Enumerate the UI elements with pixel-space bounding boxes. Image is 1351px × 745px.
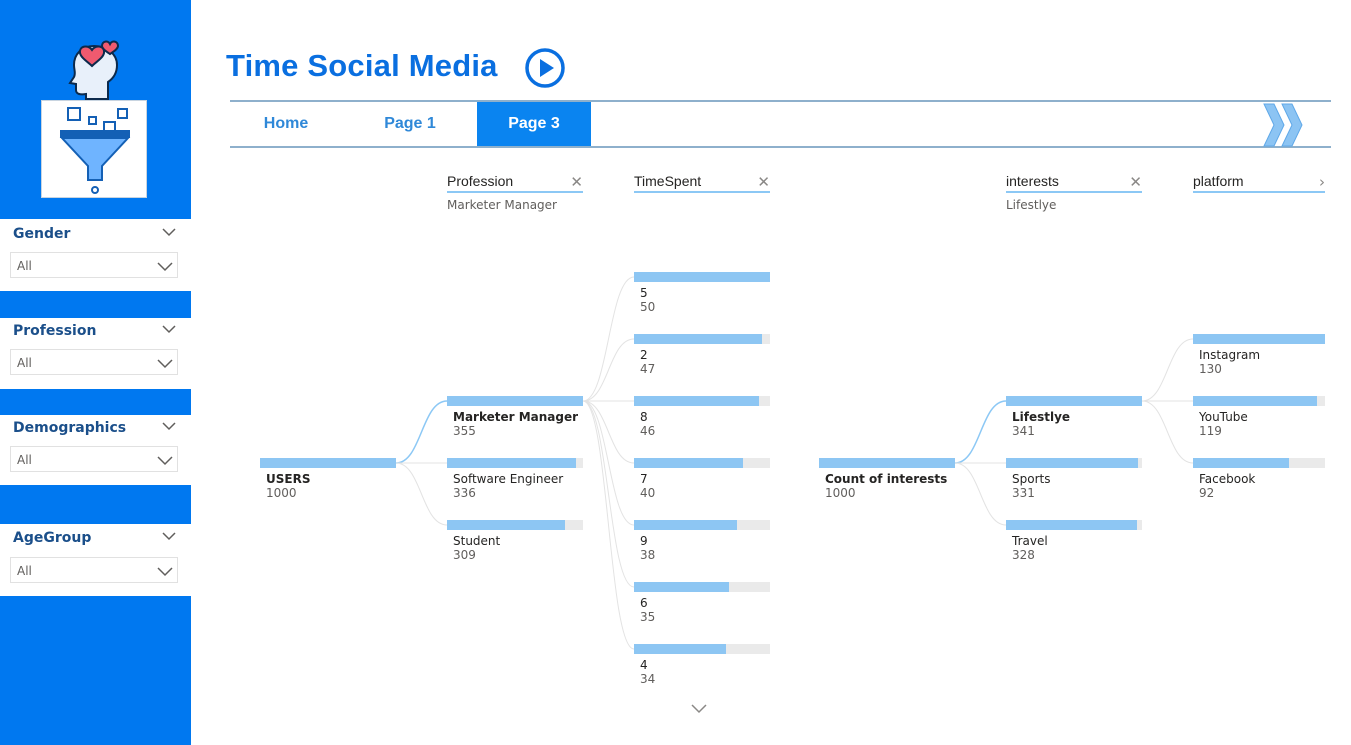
bar-fill bbox=[1193, 458, 1289, 468]
bar-fill bbox=[634, 458, 743, 468]
bar-fill bbox=[1006, 396, 1142, 406]
bar-fill bbox=[447, 458, 576, 468]
node-value: 92 bbox=[1199, 486, 1215, 500]
node-value: 38 bbox=[640, 548, 656, 562]
bar-fill bbox=[819, 458, 955, 468]
node-value: 47 bbox=[640, 362, 656, 376]
bar-fill bbox=[260, 458, 396, 468]
tree-link bbox=[582, 400, 635, 650]
tree-link bbox=[954, 462, 1007, 526]
tree-link bbox=[395, 400, 448, 464]
node-value: 119 bbox=[1199, 424, 1222, 438]
tree-link bbox=[582, 400, 635, 588]
node-label: Student bbox=[453, 534, 501, 548]
bar-fill bbox=[634, 396, 759, 406]
bar-fill bbox=[634, 272, 770, 282]
node-value: 34 bbox=[640, 672, 656, 686]
node-label: Lifestlye bbox=[1012, 410, 1071, 424]
tree-link bbox=[1141, 400, 1194, 464]
node-label: Sports bbox=[1012, 472, 1051, 486]
node-label: Software Engineer bbox=[453, 472, 564, 486]
bar-fill bbox=[447, 396, 583, 406]
chevron-down-icon[interactable] bbox=[691, 703, 707, 715]
bar-fill bbox=[1193, 334, 1325, 344]
tree-link bbox=[582, 338, 635, 402]
node-label: 8 bbox=[640, 410, 648, 424]
bar-fill bbox=[447, 520, 565, 530]
tree-link bbox=[582, 400, 635, 526]
node-label: Marketer Manager bbox=[453, 410, 579, 424]
tree-link bbox=[1141, 338, 1194, 402]
bar-fill bbox=[634, 644, 726, 654]
node-label: 5 bbox=[640, 286, 648, 300]
node-value: 341 bbox=[1012, 424, 1035, 438]
tree-link bbox=[582, 276, 635, 402]
bar-fill bbox=[634, 334, 762, 344]
node-value: 1000 bbox=[825, 486, 856, 500]
node-value: 40 bbox=[640, 486, 656, 500]
node-label: YouTube bbox=[1199, 410, 1248, 424]
bar-fill bbox=[1006, 520, 1137, 530]
node-label: 2 bbox=[640, 348, 648, 362]
node-label: 6 bbox=[640, 596, 648, 610]
node-label: USERS bbox=[266, 472, 311, 486]
node-value: 130 bbox=[1199, 362, 1222, 376]
bar-fill bbox=[1193, 396, 1317, 406]
node-value: 1000 bbox=[266, 486, 297, 500]
node-label: Instagram bbox=[1199, 348, 1261, 362]
tree-link bbox=[954, 400, 1007, 464]
node-value: 46 bbox=[640, 424, 656, 438]
bar-fill bbox=[1006, 458, 1138, 468]
node-label: Count of interests bbox=[825, 472, 948, 486]
node-value: 331 bbox=[1012, 486, 1035, 500]
tree-link bbox=[395, 462, 448, 526]
node-value: 50 bbox=[640, 300, 656, 314]
node-value: 336 bbox=[453, 486, 476, 500]
node-value: 309 bbox=[453, 548, 476, 562]
node-label: 4 bbox=[640, 658, 648, 672]
node-label: Facebook bbox=[1199, 472, 1256, 486]
decomposition-links bbox=[395, 276, 1194, 650]
node-label: 9 bbox=[640, 534, 648, 548]
node-label: 7 bbox=[640, 472, 648, 486]
node-value: 355 bbox=[453, 424, 476, 438]
bar-fill bbox=[634, 520, 737, 530]
node-value: 328 bbox=[1012, 548, 1035, 562]
node-value: 35 bbox=[640, 610, 656, 624]
bar-fill bbox=[634, 582, 729, 592]
node-label: Travel bbox=[1012, 534, 1048, 548]
